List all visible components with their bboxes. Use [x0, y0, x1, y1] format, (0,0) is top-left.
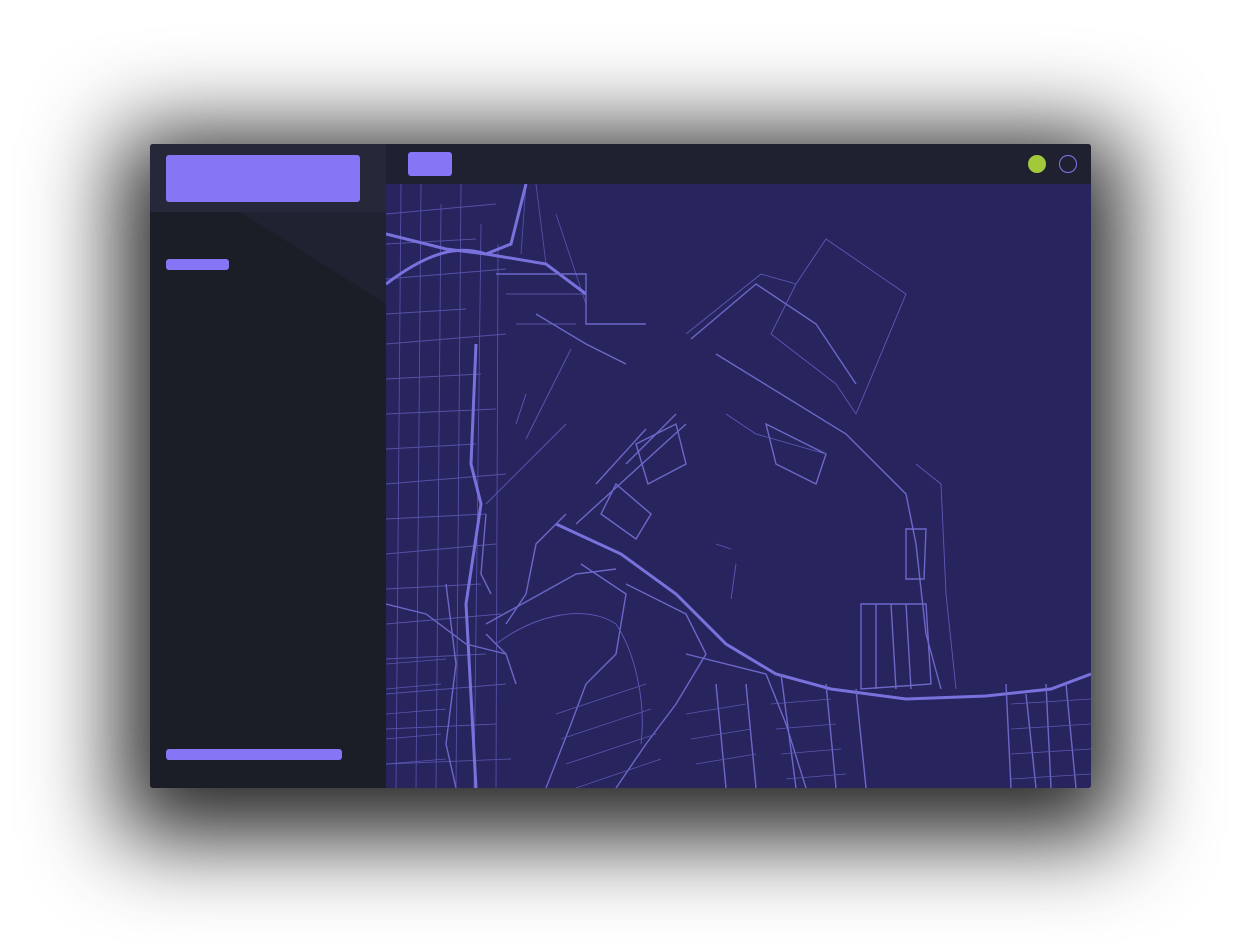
- sidebar-header: [150, 144, 386, 212]
- major-roads: [386, 184, 1091, 788]
- secondary-roads: [386, 273, 1077, 788]
- status-dot-icon: [1028, 155, 1046, 173]
- map-canvas[interactable]: [386, 184, 1091, 788]
- sidebar: [150, 144, 386, 788]
- ring-toggle-icon[interactable]: [1059, 155, 1077, 173]
- harbor-outlines: [485, 238, 957, 745]
- topbar-menu-button[interactable]: [408, 152, 452, 176]
- city-grid-south: [386, 658, 1091, 788]
- sidebar-section-label: [166, 259, 229, 270]
- topbar: [386, 144, 1091, 184]
- sidebar-footer-label: [166, 749, 342, 760]
- brand-button[interactable]: [166, 155, 360, 202]
- app-window: [150, 144, 1091, 788]
- map-view[interactable]: [386, 184, 1091, 788]
